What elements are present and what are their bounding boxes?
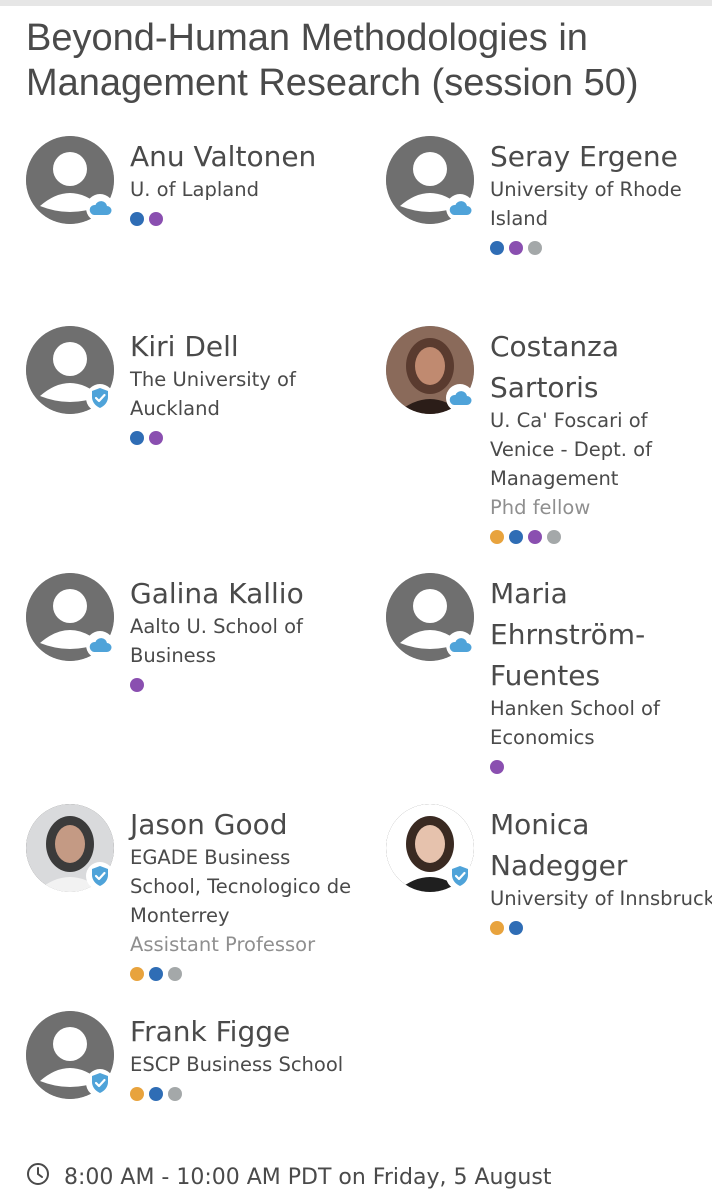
track-dot-gray [168, 967, 182, 981]
verified-check-icon [446, 862, 474, 890]
track-dot-orange [490, 530, 504, 544]
track-dot-blue [509, 530, 523, 544]
track-dot-blue [130, 431, 144, 445]
speaker-name[interactable]: Anu Valtonen [130, 136, 356, 177]
speaker-name[interactable]: Jason Good [130, 804, 356, 845]
cloud-icon [446, 194, 474, 222]
session-time: 8:00 AM - 10:00 AM PDT on Friday, 5 Augu… [26, 1160, 551, 1194]
track-dot-orange [130, 1087, 144, 1101]
speaker-name[interactable]: Monica Nadegger [490, 804, 712, 886]
cloud-icon [446, 384, 474, 412]
track-dots [490, 760, 712, 774]
track-dots [130, 212, 356, 226]
track-dot-purple [149, 212, 163, 226]
speaker-name[interactable]: Frank Figge [130, 1011, 356, 1052]
clock-icon [26, 1162, 50, 1192]
track-dots [130, 967, 356, 981]
speaker-organization: U. Ca' Foscari of Venice - Dept. of Mana… [490, 409, 652, 490]
speaker-organization: ESCP Business School [130, 1053, 344, 1076]
speaker-name[interactable]: Galina Kallio [130, 573, 356, 614]
track-dot-gray [528, 241, 542, 255]
cloud-icon [86, 194, 114, 222]
track-dots [490, 241, 712, 255]
speaker-organization: Hanken School of Economics [490, 697, 660, 749]
track-dot-purple [130, 678, 144, 692]
speaker-organization: U. of Lapland [130, 178, 259, 201]
track-dots [130, 431, 356, 445]
track-dots [490, 530, 712, 544]
track-dots [130, 678, 356, 692]
track-dot-purple [509, 241, 523, 255]
top-divider [0, 0, 712, 6]
track-dots [130, 1087, 356, 1101]
track-dot-gray [547, 530, 561, 544]
speaker-organization: University of Rhode Island [490, 178, 682, 230]
cloud-icon [86, 631, 114, 659]
speaker-role: Assistant Professor [130, 933, 316, 956]
track-dot-blue [149, 1087, 163, 1101]
speaker-role: Phd fellow [490, 496, 591, 519]
track-dot-purple [528, 530, 542, 544]
verified-check-icon [86, 1069, 114, 1097]
cloud-icon [446, 631, 474, 659]
verified-check-icon [86, 862, 114, 890]
speaker-name[interactable]: Costanza Sartoris [490, 326, 712, 408]
track-dot-purple [149, 431, 163, 445]
track-dot-orange [130, 967, 144, 981]
track-dot-blue [490, 241, 504, 255]
track-dot-purple [490, 760, 504, 774]
session-title: Beyond-Human Methodologies in Management… [26, 17, 639, 104]
track-dots [490, 921, 712, 935]
speaker-organization: EGADE Business School, Tecnologico de Mo… [130, 846, 352, 927]
track-dot-blue [130, 212, 144, 226]
track-dot-blue [149, 967, 163, 981]
track-dot-gray [168, 1087, 182, 1101]
speaker-organization: The University of Auckland [130, 368, 296, 420]
speaker-organization: Aalto U. School of Business [130, 615, 303, 667]
speaker-name[interactable]: Seray Ergene [490, 136, 712, 177]
track-dot-orange [490, 921, 504, 935]
speaker-organization: University of Innsbruck [490, 887, 712, 910]
track-dot-blue [509, 921, 523, 935]
speaker-name[interactable]: Kiri Dell [130, 326, 356, 367]
speaker-name[interactable]: Maria Ehrnström-Fuentes [490, 573, 712, 696]
verified-check-icon [86, 384, 114, 412]
session-time-text: 8:00 AM - 10:00 AM PDT on Friday, 5 Augu… [64, 1164, 552, 1190]
